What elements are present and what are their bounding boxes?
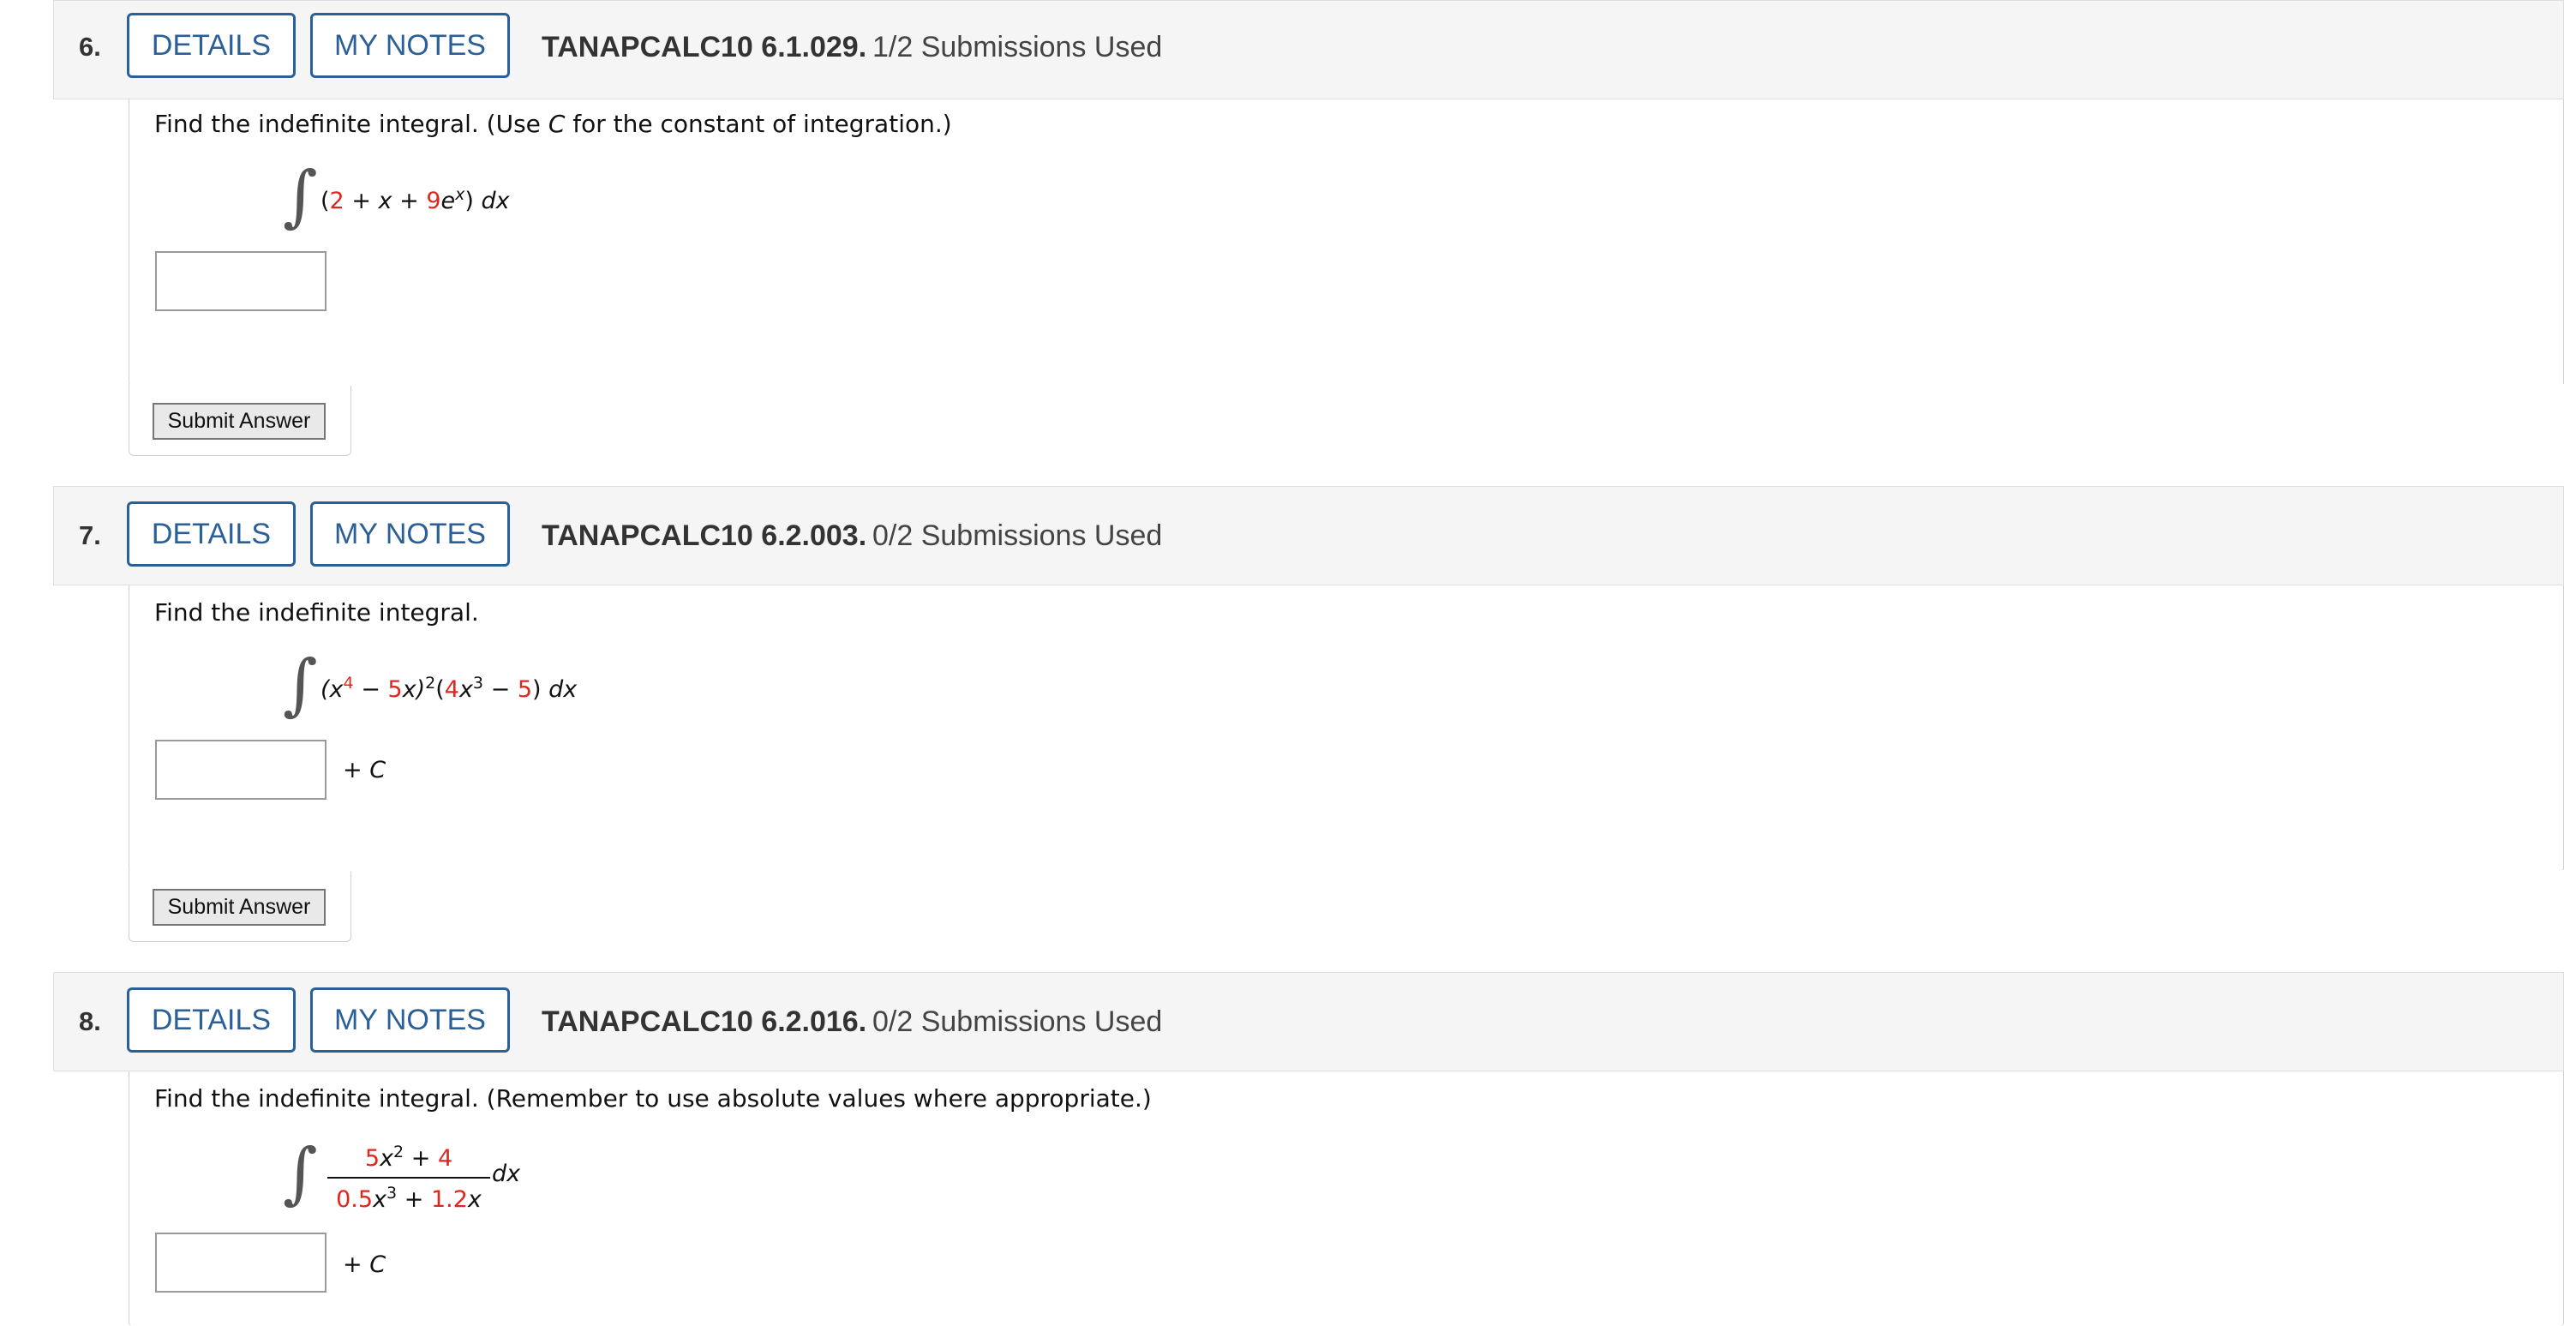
submit-answer-button[interactable]: Submit Answer: [153, 403, 326, 440]
plus-c-label: + C: [343, 757, 386, 783]
submit-answer-button[interactable]: Submit Answer: [153, 889, 326, 926]
fraction-bar: [327, 1177, 490, 1179]
question-number: 6.: [79, 32, 101, 62]
integral-sign: ∫: [283, 646, 318, 723]
question-prompt: Find the indefinite integral. (Use C for…: [154, 110, 952, 138]
fraction-numerator: 5x2 + 4: [364, 1143, 453, 1172]
answer-input[interactable]: [155, 1233, 326, 1293]
question-number: 8.: [79, 1006, 101, 1036]
integral-dx: dx: [492, 1161, 521, 1187]
problem-code: TANAPCALC10 6.1.029.: [542, 31, 867, 63]
problem-code: TANAPCALC10 6.2.016.: [542, 1005, 867, 1038]
plus-c-label: + C: [343, 1251, 386, 1278]
question-body: [129, 99, 2564, 386]
integrand-fraction: 5x2 + 4 0.5x3 + 1.2x: [327, 1143, 490, 1213]
question-body: [129, 585, 2564, 872]
my-notes-button[interactable]: MY NOTES: [310, 501, 510, 567]
details-button[interactable]: DETAILS: [127, 13, 296, 78]
question-prompt: Find the indefinite integral. (Remember …: [154, 1084, 1152, 1113]
fraction-denominator: 0.5x3 + 1.2x: [336, 1184, 482, 1213]
submissions-count: 0/2 Submissions Used: [872, 519, 1163, 552]
details-button[interactable]: DETAILS: [127, 501, 296, 567]
integral-sign: ∫: [283, 158, 318, 235]
integral-sign: ∫: [283, 1135, 318, 1212]
question-prompt: Find the indefinite integral.: [154, 598, 479, 627]
my-notes-button[interactable]: MY NOTES: [310, 13, 510, 78]
problem-code: TANAPCALC10 6.2.003.: [542, 519, 867, 552]
my-notes-button[interactable]: MY NOTES: [310, 987, 510, 1053]
submissions-count: 0/2 Submissions Used: [872, 1005, 1163, 1038]
answer-input[interactable]: [155, 740, 326, 800]
question-number: 7.: [79, 520, 101, 550]
details-button[interactable]: DETAILS: [127, 987, 296, 1053]
answer-input[interactable]: [155, 251, 326, 311]
submissions-count: 1/2 Submissions Used: [872, 31, 1163, 63]
integral-expression: (x4 − 5x)2(4x3 − 5) dx: [321, 674, 578, 703]
integral-expression: (2 + x + 9ex) dx: [321, 185, 510, 214]
